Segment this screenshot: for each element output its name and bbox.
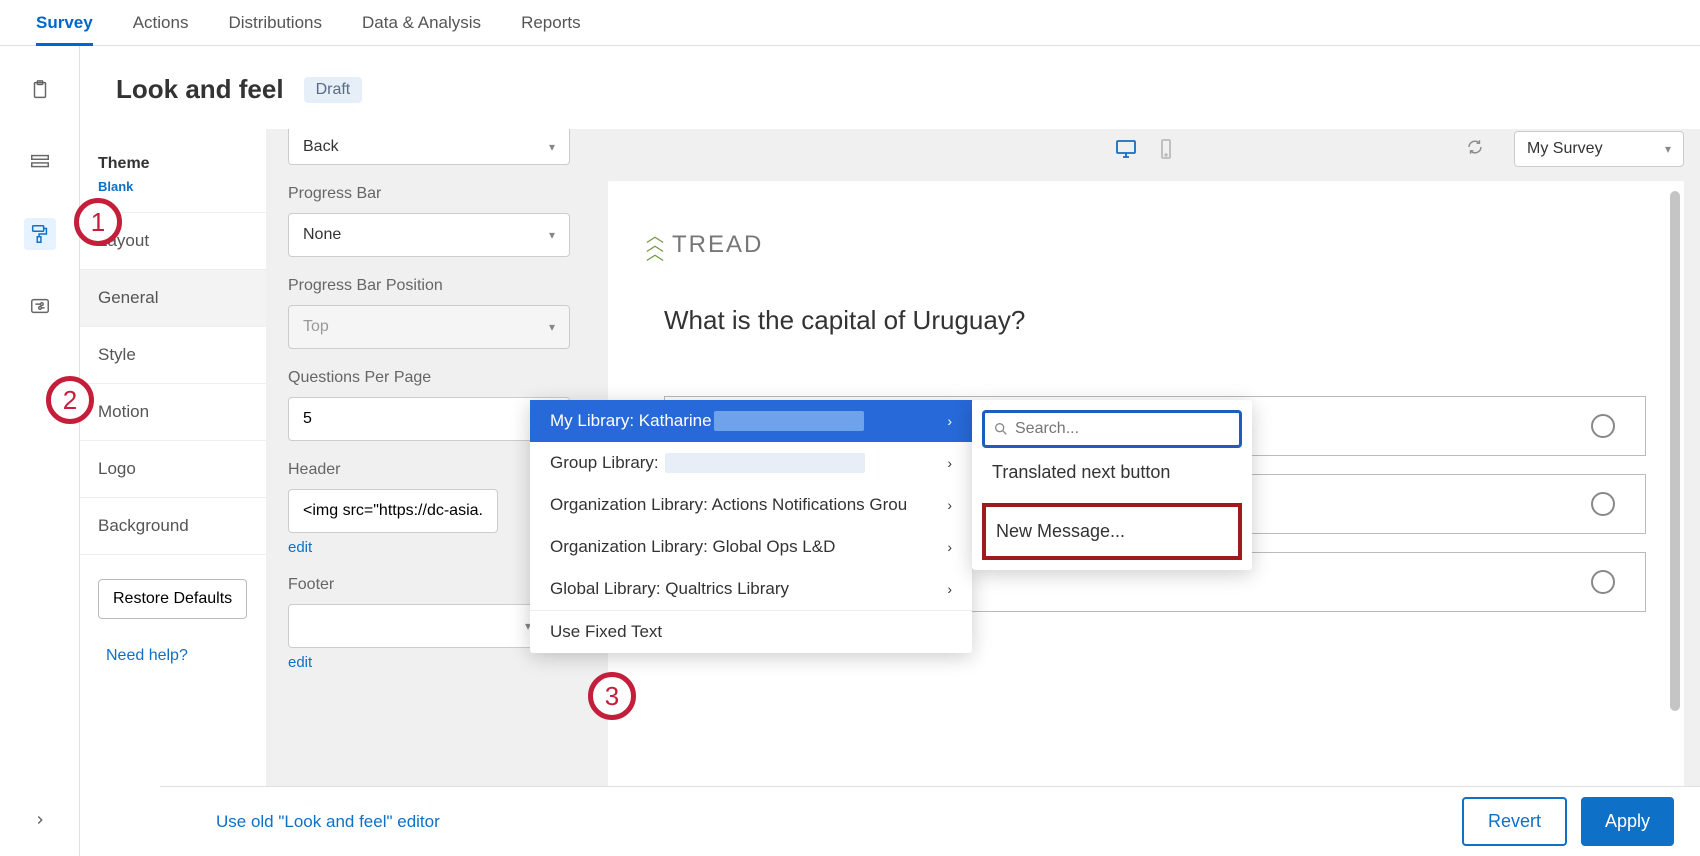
refresh-icon[interactable] xyxy=(1466,138,1484,161)
tab-data-analysis[interactable]: Data & Analysis xyxy=(362,0,481,45)
preview-scrollbar-thumb[interactable] xyxy=(1670,191,1680,711)
radio-icon xyxy=(1591,414,1615,438)
library-item-group[interactable]: Group Library: › xyxy=(530,442,972,484)
survey-selector[interactable]: My Survey ▾ xyxy=(1514,131,1684,167)
top-tabs: Survey Actions Distributions Data & Anal… xyxy=(0,0,1700,46)
header-label: Header xyxy=(288,461,570,479)
chevron-down-icon: ▾ xyxy=(549,228,555,242)
progress-bar-label: Progress Bar xyxy=(288,185,570,203)
progress-bar-value: None xyxy=(303,226,341,244)
header-edit-link[interactable]: edit xyxy=(288,539,570,556)
chevron-right-icon: › xyxy=(947,455,952,471)
back-button-text-select[interactable]: Back ▾ xyxy=(288,129,570,165)
theme-label: Theme xyxy=(98,155,248,173)
library-group-label: Group Library: xyxy=(550,453,659,472)
library-org1-label: Organization Library: Actions Notificati… xyxy=(550,495,907,515)
page-title: Look and feel xyxy=(116,74,284,105)
redacted-group xyxy=(665,453,865,473)
chevron-down-icon: ▾ xyxy=(1665,142,1671,156)
nav-general[interactable]: General xyxy=(80,270,266,327)
library-search-input[interactable] xyxy=(1015,420,1231,438)
chevron-right-icon: › xyxy=(947,581,952,597)
annotation-3: 3 xyxy=(588,672,636,720)
theme-value: Blank xyxy=(98,179,248,194)
chevron-down-icon: ▾ xyxy=(549,320,555,334)
library-submenu: Translated next button New Message... xyxy=(972,400,1252,570)
sliders-icon[interactable] xyxy=(24,290,56,322)
restore-defaults-button[interactable]: Restore Defaults xyxy=(98,579,247,619)
library-use-fixed-text[interactable]: Use Fixed Text xyxy=(530,611,972,653)
brand-name: TREAD xyxy=(672,231,763,259)
library-item-org2[interactable]: Organization Library: Global Ops L&D › xyxy=(530,526,972,568)
chevron-right-icon: › xyxy=(947,539,952,555)
revert-button[interactable]: Revert xyxy=(1462,797,1567,846)
tab-reports[interactable]: Reports xyxy=(521,0,581,45)
progress-pos-value: Top xyxy=(303,318,329,336)
library-item-global[interactable]: Global Library: Qualtrics Library › xyxy=(530,568,972,610)
annotation-1: 1 xyxy=(74,198,122,246)
library-my-prefix: My Library: xyxy=(550,411,639,430)
chevron-down-icon: ▾ xyxy=(549,140,555,154)
tab-distributions[interactable]: Distributions xyxy=(228,0,322,45)
footer-select[interactable]: ▾ xyxy=(288,604,546,648)
radio-icon xyxy=(1591,492,1615,516)
submenu-item-translated[interactable]: Translated next button xyxy=(982,448,1242,497)
footer-edit-link[interactable]: edit xyxy=(288,654,570,671)
redacted-name xyxy=(714,411,864,431)
footer-bar: Use old "Look and feel" editor Revert Ap… xyxy=(160,786,1700,856)
need-help-link[interactable]: Need help? xyxy=(106,647,240,665)
desktop-icon[interactable] xyxy=(1114,137,1138,161)
draft-badge: Draft xyxy=(304,77,363,103)
header-input[interactable] xyxy=(288,489,498,533)
library-fixed-label: Use Fixed Text xyxy=(550,622,662,642)
question-text: What is the capital of Uruguay? xyxy=(664,305,1646,336)
library-search[interactable] xyxy=(982,410,1242,448)
tab-actions[interactable]: Actions xyxy=(133,0,189,45)
apply-button[interactable]: Apply xyxy=(1581,797,1674,846)
questions-per-page-input[interactable] xyxy=(288,397,570,441)
page-header: Look and feel Draft xyxy=(80,46,1700,129)
library-item-org1[interactable]: Organization Library: Actions Notificati… xyxy=(530,484,972,526)
library-item-my[interactable]: My Library: Katharine › xyxy=(530,400,972,442)
nav-background[interactable]: Background xyxy=(80,498,266,555)
paint-roller-icon[interactable] xyxy=(24,218,56,250)
progress-pos-label: Progress Bar Position xyxy=(288,277,570,295)
expand-rail-icon[interactable] xyxy=(33,813,47,832)
submenu-item-new-message[interactable]: New Message... xyxy=(982,503,1242,560)
library-menu: My Library: Katharine › Group Library: ›… xyxy=(530,400,972,653)
survey-select-value: My Survey xyxy=(1527,140,1603,158)
library-org2-label: Organization Library: Global Ops L&D xyxy=(550,537,835,557)
library-my-name: Katharine xyxy=(639,411,712,430)
brand-logo: ︿︿︿ TREAD xyxy=(646,231,1646,259)
chevron-right-icon: › xyxy=(947,413,952,429)
nav-logo[interactable]: Logo xyxy=(80,441,266,498)
qpp-label: Questions Per Page xyxy=(288,369,570,387)
clipboard-icon[interactable] xyxy=(24,74,56,106)
back-value: Back xyxy=(303,138,339,156)
footer-label: Footer xyxy=(288,576,570,594)
radio-icon xyxy=(1591,570,1615,594)
left-rail xyxy=(0,46,80,856)
annotation-2: 2 xyxy=(46,376,94,424)
preview-toolbar: My Survey ▾ xyxy=(608,129,1684,169)
old-editor-link[interactable]: Use old "Look and feel" editor xyxy=(216,812,440,832)
progress-pos-select[interactable]: Top ▾ xyxy=(288,305,570,349)
nav-style[interactable]: Style xyxy=(80,327,266,384)
search-icon xyxy=(993,421,1009,437)
mobile-icon[interactable] xyxy=(1154,137,1178,161)
layout-icon[interactable] xyxy=(24,146,56,178)
library-global-label: Global Library: Qualtrics Library xyxy=(550,579,789,599)
chevron-right-icon: › xyxy=(947,497,952,513)
nav-motion[interactable]: Motion xyxy=(80,384,266,441)
tab-survey[interactable]: Survey xyxy=(36,0,93,45)
progress-bar-select[interactable]: None ▾ xyxy=(288,213,570,257)
